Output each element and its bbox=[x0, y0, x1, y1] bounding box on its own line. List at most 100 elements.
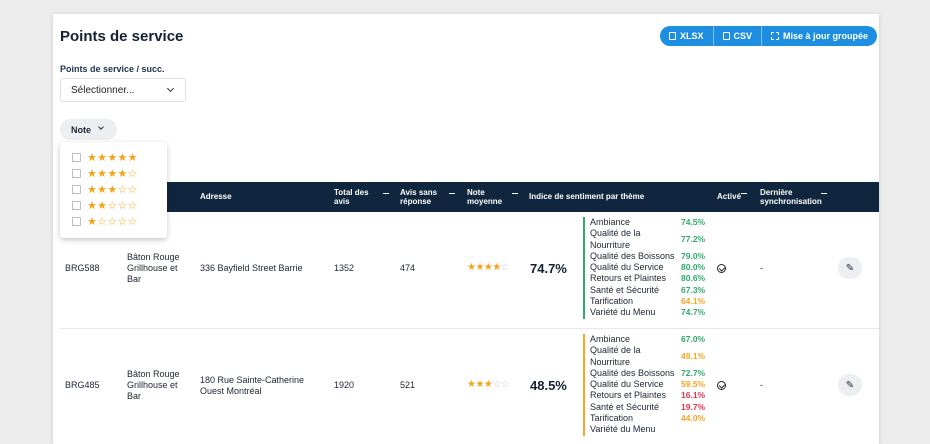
theme-name: Retours et Plaintes bbox=[590, 390, 667, 401]
star-icon: ★★★★☆ bbox=[87, 168, 138, 180]
note-filter-button[interactable]: Note bbox=[60, 119, 117, 140]
rating-option-4[interactable]: ★★★★☆ bbox=[72, 167, 138, 180]
rating-option-2[interactable]: ★★☆☆☆ bbox=[72, 199, 138, 212]
theme-item: Retours et Plaintes 16.1% bbox=[590, 390, 712, 401]
header-sentiment[interactable]: Indice de sentiment par thème bbox=[529, 192, 644, 201]
checkbox[interactable] bbox=[72, 185, 81, 194]
theme-item: Santé et Sécurité 19.7% bbox=[590, 402, 712, 413]
note-filter-label: Note bbox=[71, 124, 91, 135]
header-unanswered[interactable]: Avis sans réponse bbox=[400, 188, 437, 206]
theme-item: Qualité des Boissons 79.0% bbox=[590, 251, 712, 262]
row-total: 1920 bbox=[334, 380, 355, 390]
theme-item: Retours et Plaintes 80.6% bbox=[590, 273, 712, 284]
theme-value: 64.1% bbox=[681, 296, 706, 307]
star-icon: ★★★ bbox=[467, 379, 493, 390]
header-last-sync[interactable]: Dernière synchronisation bbox=[760, 188, 822, 206]
header-text: moyenne bbox=[467, 197, 503, 206]
theme-name: Variété du Menu bbox=[590, 307, 656, 318]
theme-name: Santé et Sécurité bbox=[590, 401, 660, 412]
theme-item: Ambiance 67.0% bbox=[590, 334, 712, 345]
rating-stars: ★★★☆☆ bbox=[467, 379, 510, 390]
theme-item: Ambiance 74.5% bbox=[590, 217, 712, 228]
csv-label: CSV bbox=[733, 31, 753, 41]
csv-button[interactable]: CSV bbox=[712, 26, 762, 46]
edit-button[interactable]: ✎ bbox=[838, 374, 862, 396]
sort-icon[interactable] bbox=[383, 193, 389, 194]
rating-option-5[interactable]: ★★★★★ bbox=[72, 151, 138, 164]
theme-value: 49.1% bbox=[681, 350, 706, 361]
header-text: Note bbox=[467, 188, 485, 197]
star-icon: ★☆☆☆☆ bbox=[87, 216, 138, 228]
header-text: avis bbox=[334, 197, 350, 206]
checkbox[interactable] bbox=[72, 201, 81, 210]
xlsx-label: XLSX bbox=[680, 31, 704, 41]
export-button-group: XLSX CSV Mise à jour groupée bbox=[660, 26, 878, 46]
sort-icon[interactable] bbox=[512, 193, 518, 194]
bulk-update-icon bbox=[771, 32, 780, 40]
header-text: réponse bbox=[400, 197, 432, 206]
rating-stars: ★★★★☆ bbox=[467, 262, 510, 273]
theme-value: 67.3% bbox=[681, 284, 706, 295]
row-total: 1352 bbox=[334, 263, 355, 273]
header-address[interactable]: Adresse bbox=[200, 192, 232, 201]
theme-name: Qualité du Service bbox=[590, 379, 664, 390]
sort-icon[interactable] bbox=[449, 193, 455, 194]
theme-item: Qualité du Service 80.0% bbox=[590, 262, 712, 273]
star-empty-icon: ☆ bbox=[500, 262, 510, 273]
header-avg-rating[interactable]: Note moyenne bbox=[467, 188, 502, 206]
theme-item: Variété du Menu 74.7% bbox=[590, 307, 712, 318]
active-check-icon bbox=[717, 381, 726, 390]
filter-label: Points de service / succ. bbox=[60, 64, 165, 74]
theme-name: Tarification bbox=[590, 296, 634, 307]
bulk-update-button[interactable]: Mise à jour groupée bbox=[761, 26, 877, 46]
theme-list: Ambiance 67.0% Qualité de la Nourriture 49… bbox=[583, 334, 712, 436]
theme-name: Ambiance bbox=[590, 334, 631, 344]
star-icon: ★★★☆☆ bbox=[87, 184, 138, 196]
active-check-icon bbox=[717, 264, 726, 273]
theme-name: Qualité de la Nourriture bbox=[590, 228, 641, 250]
row-name: Bâton Rouge Grillhouse et Bar bbox=[127, 369, 180, 401]
header-text: Total des bbox=[334, 188, 369, 197]
checkbox[interactable] bbox=[72, 153, 81, 162]
row-unanswered: 474 bbox=[400, 263, 416, 273]
theme-item: Variété du Menu bbox=[590, 424, 712, 435]
theme-name: Variété du Menu bbox=[590, 424, 656, 435]
row-code: BRG588 bbox=[65, 263, 100, 273]
theme-item: Tarification 44.0% bbox=[590, 413, 712, 424]
header-active[interactable]: Activé bbox=[717, 192, 741, 201]
header-total-reviews[interactable]: Total des avis bbox=[334, 188, 369, 206]
checkbox[interactable] bbox=[72, 169, 81, 178]
bulk-update-label: Mise à jour groupée bbox=[783, 31, 869, 41]
xlsx-button[interactable]: XLSX bbox=[660, 26, 713, 46]
header-text: Dernière bbox=[760, 188, 793, 197]
service-point-select[interactable]: Sélectionner... bbox=[60, 78, 186, 102]
row-last-sync: - bbox=[760, 263, 763, 273]
theme-name: Qualité des Boissons bbox=[590, 250, 675, 261]
theme-list: Ambiance 74.5% Qualité de la Nourriture 77… bbox=[583, 217, 712, 319]
star-icon: ★★☆☆☆ bbox=[87, 200, 138, 212]
checkbox[interactable] bbox=[72, 217, 81, 226]
header-text: Avis sans bbox=[400, 188, 438, 197]
rating-option-3[interactable]: ★★★☆☆ bbox=[72, 183, 138, 196]
star-icon: ★★★★ bbox=[467, 262, 501, 273]
sentiment-index: 48.5% bbox=[530, 378, 567, 393]
theme-value: 16.1% bbox=[681, 390, 706, 401]
row-last-sync: - bbox=[760, 380, 763, 390]
file-icon bbox=[669, 32, 676, 40]
theme-name: Ambiance bbox=[590, 217, 631, 227]
theme-value: 77.2% bbox=[681, 233, 706, 244]
row-address: 180 Rue Sainte-Catherine Ouest Montréal bbox=[200, 375, 305, 396]
header-text: synchronisation bbox=[760, 197, 822, 206]
theme-item: Qualité des Boissons 72.7% bbox=[590, 368, 712, 379]
sort-icon[interactable] bbox=[741, 193, 747, 194]
theme-value: 74.5% bbox=[681, 217, 706, 227]
theme-value: 19.7% bbox=[681, 401, 706, 412]
star-icon: ★★★★★ bbox=[87, 152, 138, 164]
edit-button[interactable]: ✎ bbox=[838, 257, 862, 279]
rating-option-1[interactable]: ★☆☆☆☆ bbox=[72, 215, 138, 228]
theme-name: Santé et Sécurité bbox=[590, 284, 660, 295]
sort-icon[interactable] bbox=[821, 193, 827, 194]
theme-value: 59.5% bbox=[681, 379, 706, 390]
theme-value: 67.0% bbox=[681, 334, 706, 344]
edit-icon: ✎ bbox=[845, 379, 855, 391]
